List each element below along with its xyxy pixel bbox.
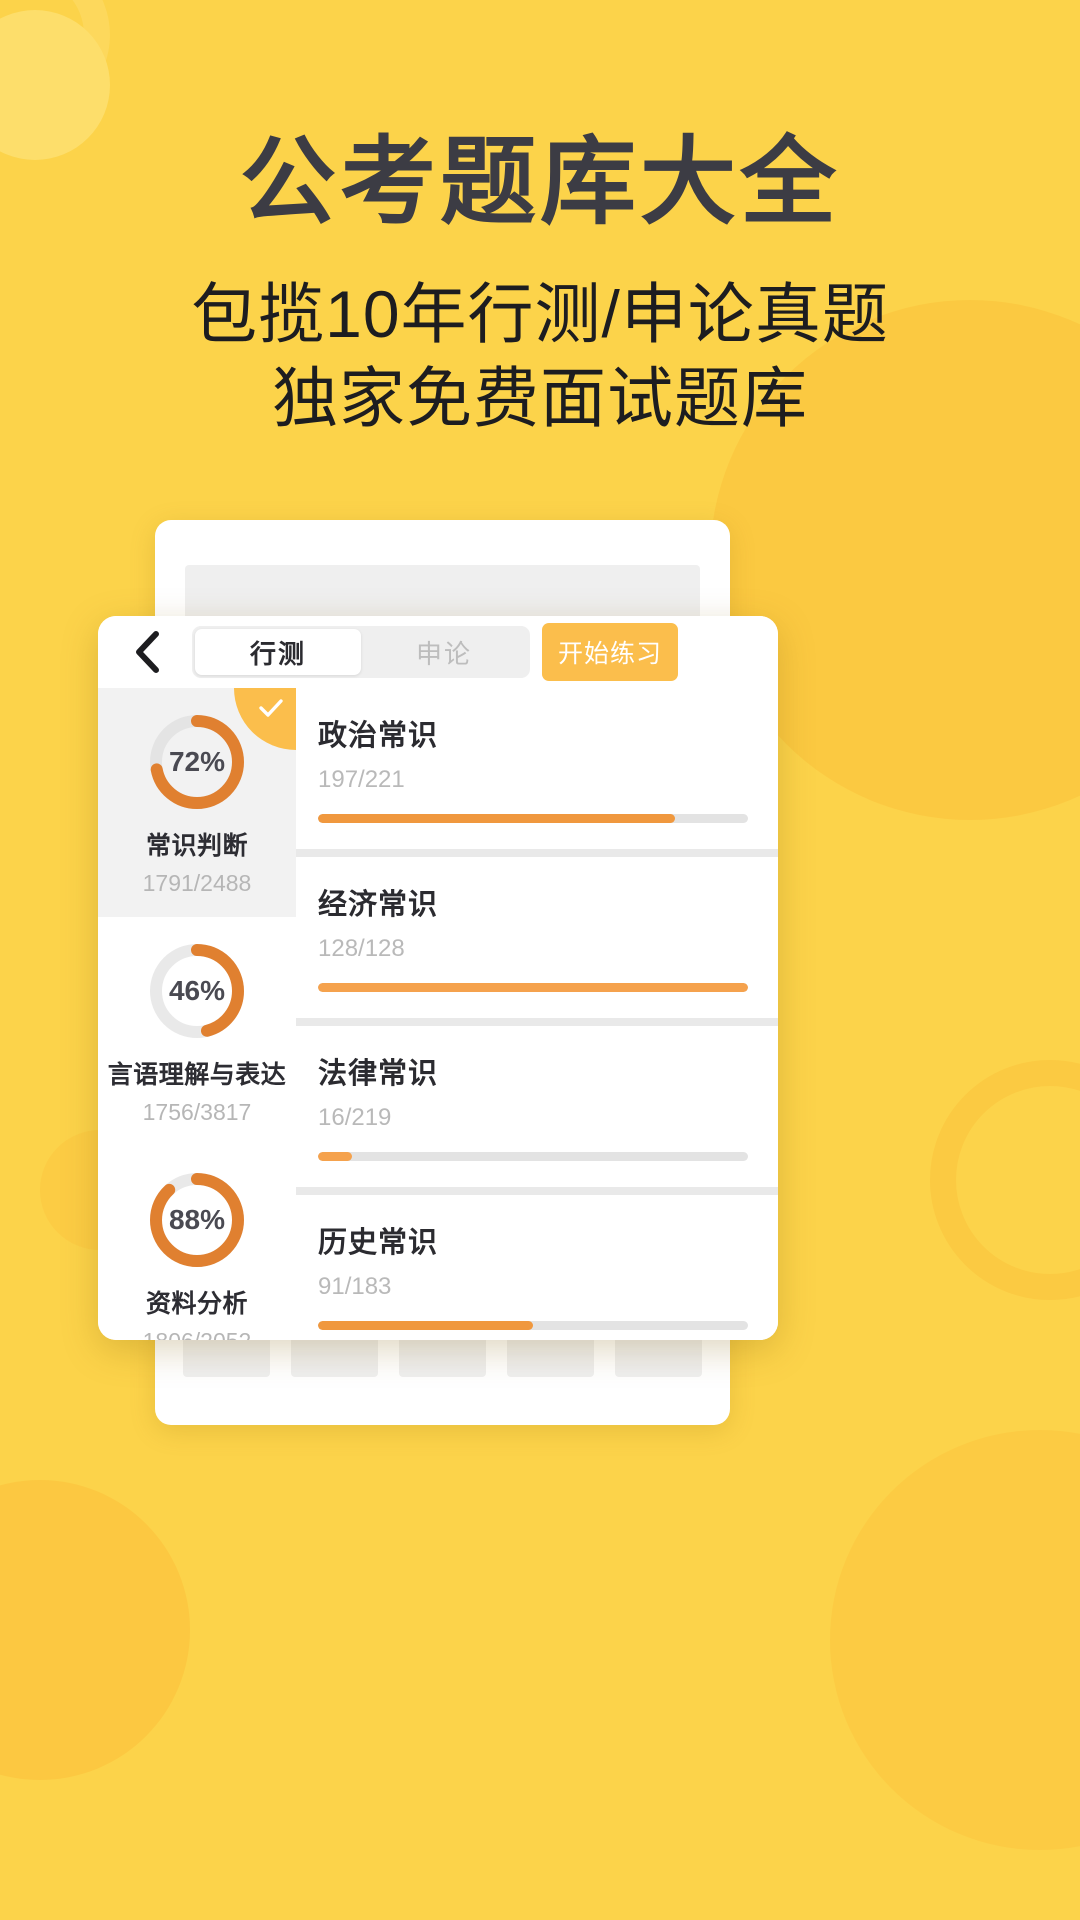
rail-item-changshipanduan[interactable]: 72% 常识判断 1791/2488 [98, 688, 296, 917]
back-button[interactable] [120, 625, 174, 679]
start-practice-button[interactable]: 开始练习 [542, 623, 679, 681]
promo-headline: 公考题库大全 包揽10年行测/申论真题 独家免费面试题库 [0, 130, 1080, 441]
list-item-count: 197/221 [318, 766, 405, 793]
rail-item-label: 资料分析 [145, 1290, 248, 1318]
app-content: 72% 常识判断 1791/2488 46% 言语理解与表达 1756/3817 [98, 688, 778, 1340]
list-item-title: 法律常识 [318, 1058, 439, 1090]
list-item-count: 91/183 [318, 1273, 392, 1300]
progress-bar [318, 983, 748, 992]
list-item[interactable]: 经济常识 128/128 [296, 857, 778, 1018]
progress-ring: 46% [145, 939, 249, 1043]
rail-item-count: 1791/2488 [142, 870, 252, 896]
list-item-title: 政治常识 [318, 720, 439, 752]
app-topbar: 行测 申论 开始练习 [98, 616, 778, 688]
promo-subtitle-line1: 包揽10年行测/申论真题 [191, 276, 889, 351]
rail-item-ziliaofenxi[interactable]: 88% 资料分析 1806/2052 [98, 1146, 296, 1340]
progress-percent: 72% [168, 746, 226, 777]
rail-item-label: 言语理解与表达 [107, 1061, 287, 1089]
list-item[interactable]: 历史常识 91/183 [296, 1195, 778, 1340]
rail-item-label: 常识判断 [145, 832, 248, 860]
bg-blob-bottom-right [830, 1430, 1080, 1850]
promo-subtitle: 包揽10年行测/申论真题 独家免费面试题库 [0, 272, 1080, 441]
rail-item-yanyulijie[interactable]: 46% 言语理解与表达 1756/3817 [98, 917, 296, 1146]
list-item-count: 16/219 [318, 1104, 392, 1131]
rail-item-count: 1756/3817 [142, 1099, 252, 1125]
progress-bar [318, 814, 748, 823]
list-item[interactable]: 法律常识 16/219 [296, 1026, 778, 1187]
check-icon [258, 698, 284, 723]
progress-bar-fill [318, 1321, 533, 1330]
list-item[interactable]: 政治常识 197/221 [296, 688, 778, 849]
list-item-title: 历史常识 [318, 1227, 439, 1259]
progress-percent: 46% [168, 975, 226, 1006]
tab-xingce[interactable]: 行测 [195, 629, 361, 675]
list-item-count: 128/128 [318, 935, 405, 962]
app-screen-card: 行测 申论 开始练习 72% 常识判断 1791/2488 46% 言语理解与表… [98, 616, 778, 1340]
bg-blob-bottom-left [0, 1480, 190, 1780]
chevron-left-icon [132, 630, 162, 674]
promo-subtitle-line2: 独家免费面试题库 [272, 361, 808, 436]
progress-bar-fill [318, 814, 675, 823]
progress-percent: 88% [168, 1204, 226, 1235]
progress-bar-fill [318, 983, 748, 992]
bg-ring-bottom-right [930, 1060, 1080, 1300]
progress-bar [318, 1321, 748, 1330]
rail-item-count: 1806/2052 [98, 1328, 296, 1340]
progress-bar [318, 1152, 748, 1161]
page-title: 公考题库大全 [240, 129, 840, 236]
category-rail[interactable]: 72% 常识判断 1791/2488 46% 言语理解与表达 1756/3817 [98, 688, 296, 1340]
subject-tab-group: 行测 申论 [192, 626, 530, 678]
list-item-title: 经济常识 [318, 889, 439, 921]
tab-shenlun[interactable]: 申论 [361, 629, 527, 675]
progress-ring: 72% [145, 710, 249, 814]
progress-ring: 88% [145, 1168, 249, 1272]
progress-bar-fill [318, 1152, 353, 1161]
topic-list[interactable]: 政治常识 197/221 经济常识 128/128 法律常识 16/219 历史… [296, 688, 778, 1340]
